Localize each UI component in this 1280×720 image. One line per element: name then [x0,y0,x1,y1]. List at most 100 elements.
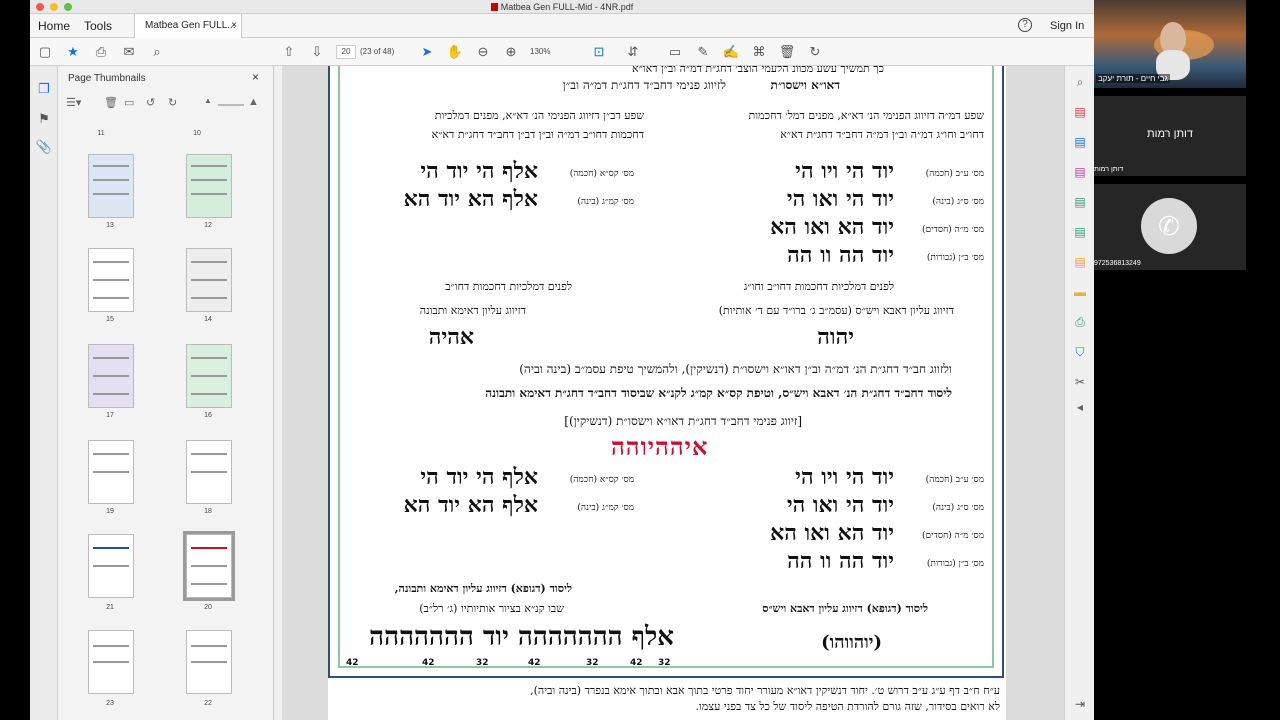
phone-participant-tile[interactable]: ✆ 972536813249 [1094,184,1246,270]
prev-page-icon[interactable]: ⇧ [280,43,298,61]
divine-name-large: אלף ההההההה יוד ההההההה [369,622,674,652]
doc-line: דזיווג עליון דאימא ותבונה [419,304,526,317]
phone-icon: ✆ [1141,198,1197,254]
zoom-out-icon[interactable]: ⊖ [474,43,492,61]
export-pdf-icon[interactable]: ▤ [1072,134,1088,150]
divine-name: יוד הא ואו הא [770,214,894,240]
thumb-page-21[interactable] [88,534,134,598]
thumb-size-slider[interactable] [218,104,244,106]
panel-close-icon[interactable]: × [252,70,259,84]
doc-line: שפע דב״ן דזיווג הפנימי הנ׳ דא״א, מפנים ד… [434,109,644,122]
save-icon[interactable]: ▢ [36,43,54,61]
doc-line: לפנים דמלכיות דחכמות דחו״ב [445,280,572,293]
tab-document[interactable]: Matbea Gen FULL... × [134,14,242,38]
attachments-icon[interactable]: 📎 [35,138,53,156]
stamp-icon[interactable]: ⌘ [750,43,768,61]
left-navigation-rail: ❐ ⚑ 📎 [30,66,58,720]
hand-tool-icon[interactable]: ✋ [446,43,464,61]
doc-line: כך תמשיך עשע מכוונ הלעמי הוצב׳ דחג״ת דמ״… [632,66,884,75]
print-production-icon[interactable]: ⎙ [1072,314,1088,330]
thumb-page-12[interactable] [186,154,232,218]
comment-tool-icon[interactable]: ▬ [1072,284,1088,300]
protect-icon[interactable]: ⛉ [1072,344,1088,360]
participant-tile[interactable]: דותן רמות דותן רמות [1094,96,1246,176]
comment-icon[interactable]: ▭ [666,43,684,61]
print-icon[interactable]: ⎙ [92,43,110,61]
expand-panel-icon[interactable]: ⇥ [1072,696,1088,712]
doc-line: לזיווג פנימי דחב״ד דחג״ת דמ״ה וב״ן [562,78,726,92]
window-title: Matbea Gen FULL-Mid - 4NR.pdf [30,2,1094,12]
delete-icon[interactable]: 🗑 [778,43,796,61]
email-icon[interactable]: ✉ [120,43,138,61]
thumb-page-19[interactable] [88,440,134,504]
participant-video-tile[interactable]: גבי חיים - תורת יעקב [1094,0,1246,88]
divine-name: יוד הה וו הה [787,242,894,268]
thumb-label: 13 [106,222,114,229]
page-number-input[interactable]: 20 [336,45,356,59]
rotate-cw-icon[interactable]: ↻ [168,96,177,109]
tab-close-icon[interactable]: × [231,14,237,38]
thumb-page-16[interactable] [186,344,232,408]
thumb-page-22[interactable] [186,630,232,694]
thumbnail-tools: ☰▾ 🗑 ▭ ↺ ↻ ▲ ▲ [64,96,264,116]
pen-icon[interactable]: ✎ [694,43,712,61]
collapse-tools-icon[interactable]: ◀ [1072,400,1088,416]
organize-pages-icon[interactable]: ▤ [1072,164,1088,180]
thumbnails-panel: Page Thumbnails × ☰▾ 🗑 ▭ ↺ ↻ ▲ ▲ 11 10 1… [58,66,311,720]
zoom-select[interactable]: 130% [530,47,550,56]
doc-label: מס׳ קמ״ג (בינה) [577,197,634,207]
sign-in-button[interactable]: Sign In [1050,20,1084,32]
bookmark-star-icon[interactable]: ★ [64,43,82,61]
gematria-number: 42 [630,658,643,668]
doc-label: מס׳ ע״ב (חכמה) [925,169,984,179]
thumb-page-13[interactable] [88,154,134,218]
thumb-label: 17 [106,412,114,419]
zoom-in-icon[interactable]: ⊕ [502,43,520,61]
doc-line: דחכמות דחו״ב דמ״ה וב״ן דב״ן דחב״ד דחג״ת … [431,128,644,141]
rotate-icon[interactable]: ↻ [806,43,824,61]
thumb-page-23[interactable] [88,630,134,694]
fit-page-icon[interactable]: ⊡ [590,43,608,61]
edit-pdf-icon[interactable]: ▤ [1072,194,1088,210]
divine-name: יהוה [817,324,854,350]
delete-page-icon[interactable]: 🗑 [104,96,118,109]
sign-icon[interactable]: ✍ [722,43,740,61]
doc-line: ליסוד (דגופא) דזיווג עליון דאבא ויש״ס [762,602,928,615]
search-icon[interactable]: ⌕ [148,43,166,61]
window-title-text: Matbea Gen FULL-Mid - 4NR.pdf [500,2,634,12]
page-thumbnails-icon[interactable]: ❐ [35,80,53,98]
doc-line: דזיווג עליון דאבא ויש״ס (עסמ״ב ג׳ ברו״ד … [718,304,954,317]
divine-name: יוד הא ואו הא [770,520,894,546]
thumb-label: 20 [204,604,212,611]
thumb-large-icon[interactable]: ▲ [248,96,259,108]
next-page-icon[interactable]: ⇩ [308,43,326,61]
tab-home[interactable]: Home [38,14,70,38]
document-view: כך תמשיך עשע מכוונ הלעמי הוצב׳ דחג״ת דמ״… [282,66,1064,720]
bookmarks-icon[interactable]: ⚑ [35,110,53,128]
select-cursor-icon[interactable]: ➤ [418,43,436,61]
tab-tools[interactable]: Tools [84,14,112,38]
scroll-mode-icon[interactable]: ⇵ [624,43,642,61]
thumb-page-18[interactable] [186,440,232,504]
help-icon[interactable]: ? [1018,18,1032,32]
divine-name: יוד הה וו הה [787,548,894,574]
zoom-tool-icon[interactable]: ⌕ [1072,74,1088,90]
thumb-page-20[interactable] [183,531,235,601]
rotate-ccw-icon[interactable]: ↺ [146,96,155,109]
thumb-page-15[interactable] [88,248,134,312]
right-tools-rail: ⌕ ▤ ▤ ▤ ▤ ▤ ▤ ▬ ⎙ ⛉ ✂ ◀ ⇥ [1064,66,1094,720]
more-tools-icon[interactable]: ✂ [1072,374,1088,390]
fill-sign-icon[interactable]: ▤ [1072,254,1088,270]
create-pdf-icon[interactable]: ▤ [1072,104,1088,120]
thumb-page-17[interactable] [88,344,134,408]
insert-page-icon[interactable]: ▭ [124,96,134,109]
doc-line: ליסוד דחב״ד דחג״ת הנ׳ דאבא ויש״ס, וטיפת … [485,386,952,400]
options-menu-icon[interactable]: ☰▾ [66,96,81,109]
combine-files-icon[interactable]: ▤ [1072,224,1088,240]
gematria-number: 32 [476,658,489,668]
thumb-label: 11 [97,130,105,137]
doc-label: מס׳ ס״ג (בינה) [932,197,984,207]
thumb-page-14[interactable] [186,248,232,312]
doc-line: ליסוד (דגופא) דזיווג עליון דאימא ותבונה, [394,582,572,595]
thumb-small-icon[interactable]: ▲ [204,96,212,105]
